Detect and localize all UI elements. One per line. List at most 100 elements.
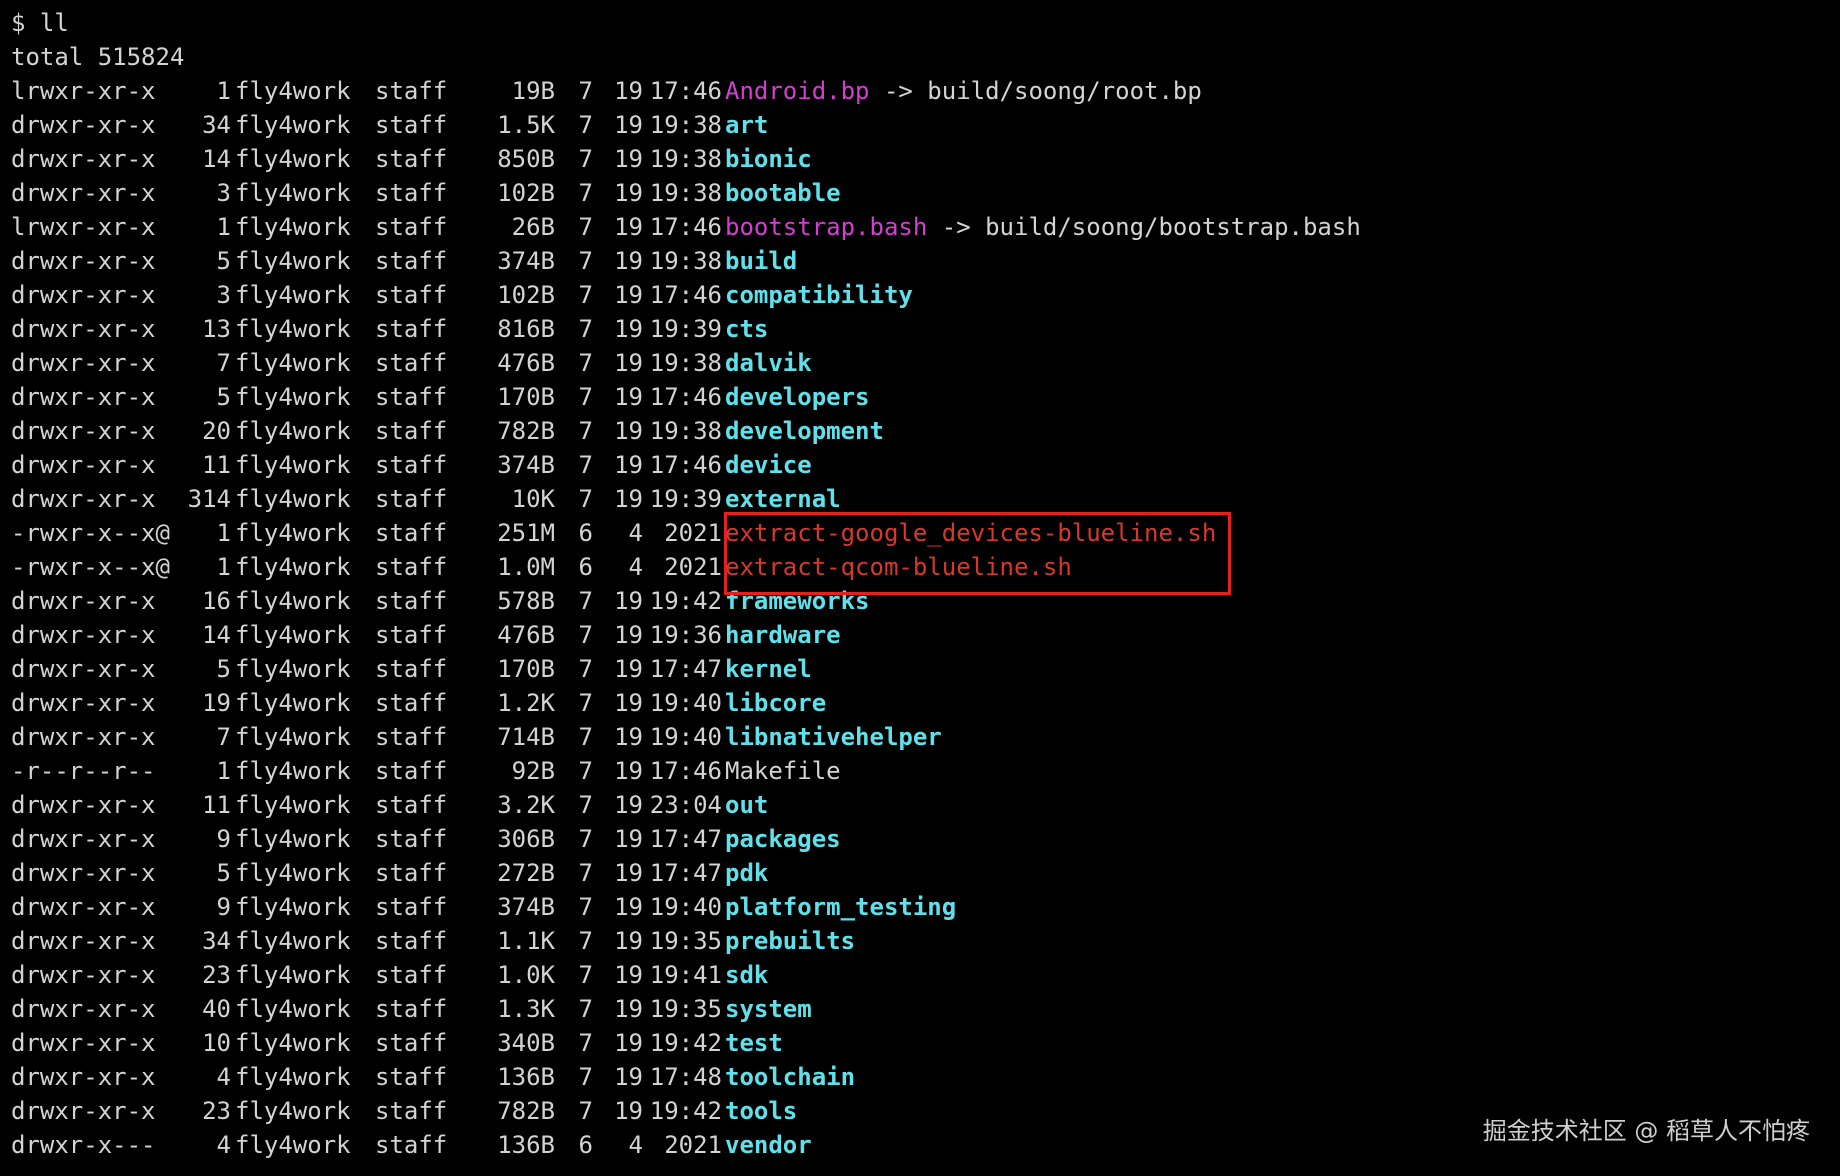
file-links: 14 [202, 145, 231, 173]
file-perms: -r--r--r-- [11, 757, 156, 785]
file-perms: drwxr-xr-x [11, 315, 156, 343]
file-links: 1 [216, 213, 231, 241]
file-time: 17:46 [649, 451, 722, 479]
file-row: drwxr-xr-x 5 fly4work staff 170B 7 19 17:46 deve… [11, 380, 1831, 414]
file-time: 2021 [664, 519, 722, 547]
file-links: 7 [216, 723, 231, 751]
file-owner: fly4work [235, 1131, 351, 1159]
file-size: 714B [497, 723, 555, 751]
file-size: 1.2K [497, 689, 555, 717]
file-name: sdk [725, 961, 769, 989]
file-row: drwxr-xr-x 9 fly4work staff 374B 7 19 19:40 plat… [11, 890, 1831, 924]
file-owner: fly4work [235, 247, 351, 275]
file-perms: drwxr-xr-x [11, 621, 156, 649]
file-name: libnativehelper [725, 723, 942, 751]
file-name: platform_testing [725, 893, 957, 921]
file-name: out [725, 791, 769, 819]
file-owner: fly4work [235, 655, 351, 683]
file-name: Android.bp [725, 77, 870, 105]
file-time: 17:46 [649, 281, 722, 309]
file-links: 5 [216, 383, 231, 411]
file-name: Makefile [725, 757, 841, 785]
file-name: dalvik [725, 349, 812, 377]
terminal-window[interactable]: $ ll total 515824 lrwxr-xr-x 1 fly4work sta… [11, 6, 1831, 1170]
file-row: lrwxr-xr-x 1 fly4work staff 19B 7 19 17:46 Andro… [11, 74, 1831, 108]
file-name-cell: bootable [725, 176, 841, 210]
file-name: bootable [725, 179, 841, 207]
file-month: 7 [578, 213, 593, 241]
file-name-cell: prebuilts [725, 924, 855, 958]
file-group: staff [375, 553, 448, 581]
file-group: staff [375, 451, 448, 479]
file-perms: drwxr-xr-x [11, 281, 156, 309]
file-month: 7 [578, 485, 593, 513]
file-name-cell: dalvik [725, 346, 812, 380]
file-perms: drwxr-xr-x [11, 1063, 156, 1091]
file-owner: fly4work [235, 1063, 351, 1091]
file-size: 102B [497, 179, 555, 207]
file-size: 816B [497, 315, 555, 343]
file-size: 340B [497, 1029, 555, 1057]
file-group: staff [375, 961, 448, 989]
file-size: 374B [497, 893, 555, 921]
file-name-cell: test [725, 1026, 783, 1060]
file-day: 19 [614, 1097, 643, 1125]
file-name: packages [725, 825, 841, 853]
file-perms: -rwxr-x--x@ [11, 553, 170, 581]
file-owner: fly4work [235, 383, 351, 411]
symlink-target: build/soong/bootstrap.bash [985, 213, 1361, 241]
file-group: staff [375, 689, 448, 717]
file-name: libcore [725, 689, 827, 717]
file-name: compatibility [725, 281, 913, 309]
file-row: drwxr-xr-x 4 fly4work staff 136B 7 19 17:48 tool… [11, 1060, 1831, 1094]
file-perms: lrwxr-xr-x [11, 77, 156, 105]
file-owner: fly4work [235, 893, 351, 921]
file-group: staff [375, 315, 448, 343]
file-name: kernel [725, 655, 812, 683]
file-group: staff [375, 519, 448, 547]
file-time: 19:39 [649, 485, 722, 513]
file-time: 19:38 [649, 145, 722, 173]
file-perms: drwxr-xr-x [11, 451, 156, 479]
file-name: development [725, 417, 884, 445]
file-month: 7 [578, 655, 593, 683]
file-row: drwxr-xr-x 20 fly4work staff 782B 7 19 19:38 dev… [11, 414, 1831, 448]
file-day: 19 [614, 825, 643, 853]
file-listing: lrwxr-xr-x 1 fly4work staff 19B 7 19 17:46 Andro… [11, 74, 1831, 1162]
file-owner: fly4work [235, 417, 351, 445]
file-name: extract-qcom-blueline.sh [725, 553, 1072, 581]
file-perms: drwxr-xr-x [11, 689, 156, 717]
file-month: 7 [578, 689, 593, 717]
file-day: 19 [614, 213, 643, 241]
file-owner: fly4work [235, 825, 351, 853]
file-owner: fly4work [235, 485, 351, 513]
file-links: 14 [202, 621, 231, 649]
file-time: 19:38 [649, 179, 722, 207]
file-day: 4 [628, 519, 643, 547]
file-day: 19 [614, 349, 643, 377]
file-size: 1.3K [497, 995, 555, 1023]
file-links: 11 [202, 791, 231, 819]
file-owner: fly4work [235, 621, 351, 649]
file-name-cell: vendor [725, 1128, 812, 1162]
file-time: 2021 [664, 1131, 722, 1159]
file-group: staff [375, 859, 448, 887]
file-time: 17:46 [649, 77, 722, 105]
file-name: cts [725, 315, 769, 343]
file-month: 7 [578, 247, 593, 275]
file-links: 13 [202, 315, 231, 343]
file-group: staff [375, 825, 448, 853]
file-group: staff [375, 1063, 448, 1091]
file-perms: drwxr-xr-x [11, 961, 156, 989]
file-size: 10K [511, 485, 555, 513]
file-name-cell: compatibility [725, 278, 913, 312]
file-name-cell: build [725, 244, 797, 278]
file-owner: fly4work [235, 723, 351, 751]
file-row: drwxr-xr-x 5 fly4work staff 170B 7 19 17:47 kern… [11, 652, 1831, 686]
file-links: 1 [216, 519, 231, 547]
file-name: test [725, 1029, 783, 1057]
file-group: staff [375, 485, 448, 513]
file-row: drwxr-xr-x 34 fly4work staff 1.5K 7 19 19:38 art [11, 108, 1831, 142]
file-links: 16 [202, 587, 231, 615]
file-owner: fly4work [235, 179, 351, 207]
